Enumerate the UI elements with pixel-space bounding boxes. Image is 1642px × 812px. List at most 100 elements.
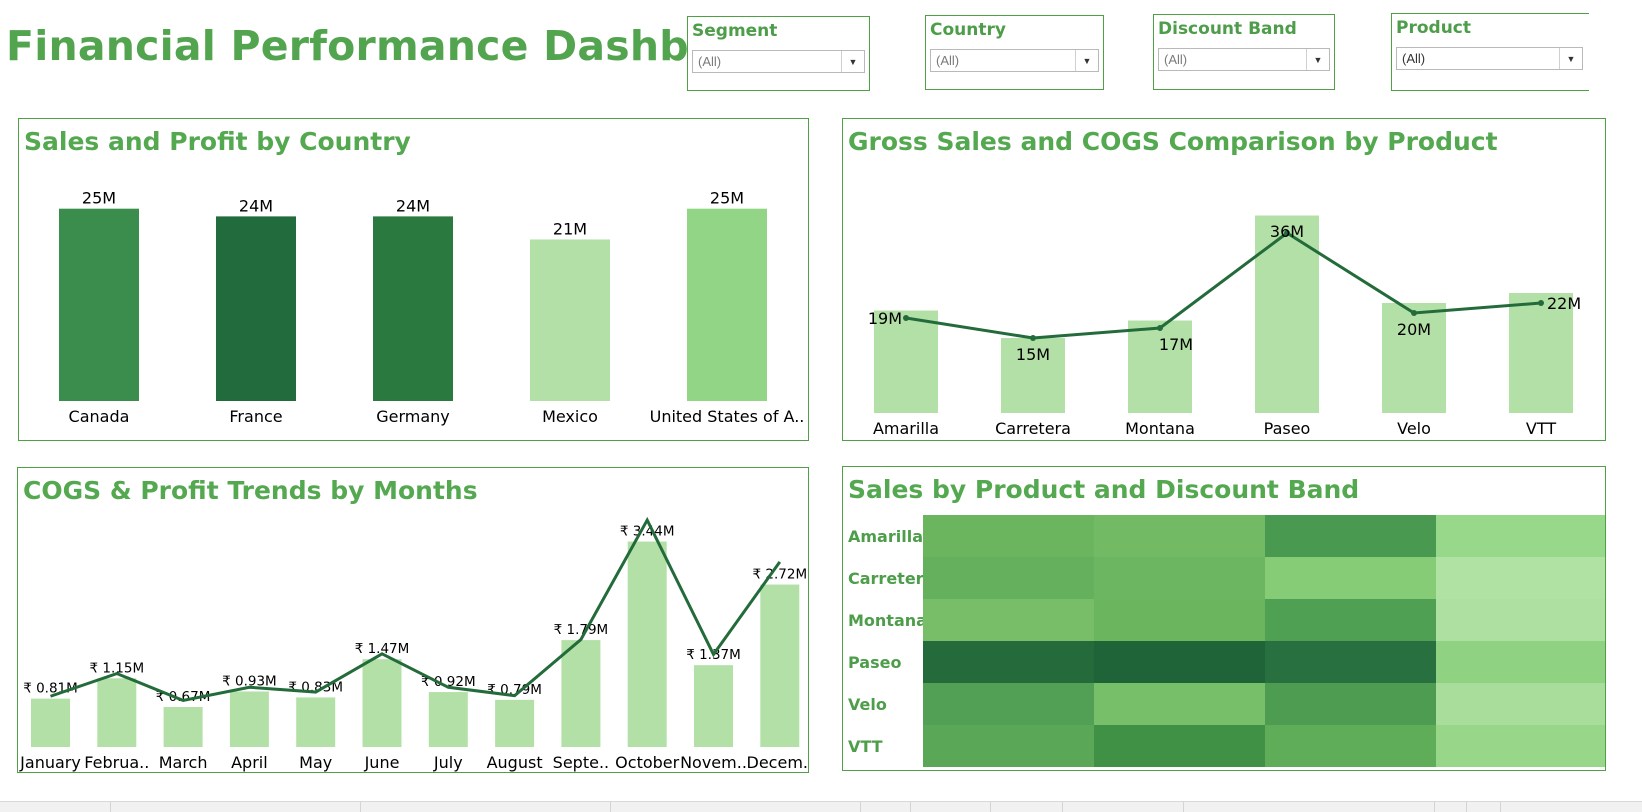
category-label: Februa.. [84, 753, 149, 772]
bar [687, 208, 767, 401]
heatmap-cell [1094, 599, 1265, 641]
category-label: January [19, 753, 81, 772]
sales-product-discount-panel: Sales by Product and Discount Band Amari… [842, 466, 1606, 771]
country-bar-chart: 25M Canada 24M France 24M Germany 21M Mexico 25M… [59, 189, 805, 426]
country-filter-label: Country [930, 20, 1006, 40]
discount-band-filter: Discount Band (All) ▼ [1153, 14, 1335, 90]
segment-select[interactable]: (All) ▼ [692, 50, 865, 73]
data-label: 15M [1016, 345, 1050, 364]
months-combo-chart: ₹ 0.81MJanuary₹ 1.15MFebrua..₹ 0.67MMarc… [19, 516, 808, 772]
category-label: Germany [376, 407, 450, 426]
bar [1255, 215, 1319, 413]
data-label: ₹ 1.79M [554, 622, 609, 638]
heatmap-cell [923, 515, 1094, 557]
category-label: United States of A.. [650, 407, 805, 426]
row-label: Montana [848, 611, 927, 630]
heatmap-cell [1265, 725, 1436, 767]
heatmap-cell [923, 599, 1094, 641]
bar [495, 699, 535, 747]
chevron-down-icon[interactable]: ▼ [1075, 50, 1098, 71]
segment-filter-label: Segment [692, 21, 778, 41]
heatmap-chart: Amarilla Carretera Montana Paseo Velo VTT [848, 515, 1605, 767]
category-label: May [299, 753, 332, 772]
heatmap-cell [923, 725, 1094, 767]
heatmap-cell [1265, 683, 1436, 725]
heatmap-cell [1265, 641, 1436, 683]
category-label: Amarilla [873, 419, 939, 438]
bar [530, 239, 610, 401]
data-label: 36M [1270, 222, 1304, 241]
data-label: 24M [396, 196, 430, 215]
heatmap-cell [1265, 515, 1436, 557]
chevron-down-icon[interactable]: ▼ [1559, 48, 1582, 69]
discount-band-select[interactable]: (All) ▼ [1158, 48, 1330, 71]
segment-select-value: (All) [698, 54, 722, 69]
data-label: 17M [1159, 335, 1193, 354]
heatmap-cell [1094, 683, 1265, 725]
bar [229, 691, 269, 747]
category-label: Canada [69, 407, 130, 426]
category-label: August [487, 753, 543, 772]
category-label: Mexico [542, 407, 598, 426]
row-label: Amarilla [848, 527, 923, 546]
line-point [1157, 325, 1163, 331]
heatmap-cell [1436, 599, 1605, 641]
category-label: April [231, 753, 268, 772]
heatmap-cell [923, 557, 1094, 599]
product-select-value: (All) [1402, 51, 1426, 66]
row-label: VTT [848, 737, 883, 756]
category-label: Carretera [995, 419, 1071, 438]
heatmap-cell [1094, 725, 1265, 767]
gross-sales-cogs-by-product-panel: Gross Sales and COGS Comparison by Produ… [842, 118, 1606, 441]
product-filter-label: Product [1396, 18, 1471, 38]
bar [561, 640, 601, 747]
cogs-profit-trends-panel: COGS & Profit Trends by Months ₹ 0.81M Ja… [17, 467, 809, 773]
sheet-tab-bar[interactable] [0, 801, 1642, 812]
data-label: 25M [710, 189, 744, 208]
bar [97, 678, 137, 747]
bar [428, 692, 468, 747]
sales-profit-by-country-panel: Sales and Profit by Country 25M Canada 24M… [18, 118, 809, 441]
discount-band-select-value: (All) [1164, 52, 1188, 67]
bar [216, 216, 296, 401]
data-label: 22M [1547, 294, 1581, 313]
product-select[interactable]: (All) ▼ [1396, 47, 1583, 70]
heatmap-cell [1436, 725, 1605, 767]
bar [296, 697, 336, 747]
data-label: 25M [82, 189, 116, 208]
chevron-down-icon[interactable]: ▼ [841, 51, 864, 72]
heatmap-cell [1094, 557, 1265, 599]
heatmap-cell [923, 641, 1094, 683]
discount-band-filter-label: Discount Band [1158, 19, 1297, 39]
line-point [903, 315, 909, 321]
category-label: June [364, 753, 400, 772]
line-point [1030, 335, 1036, 341]
category-label: Velo [1397, 419, 1431, 438]
series-line [50, 516, 782, 702]
data-label: 24M [239, 196, 273, 215]
category-label: Decem.. [747, 753, 808, 772]
heatmap-cell [1436, 515, 1605, 557]
category-label: Septe.. [553, 753, 609, 772]
data-label: 19M [868, 309, 902, 328]
row-label: Velo [848, 695, 887, 714]
country-select-value: (All) [936, 53, 960, 68]
bar [694, 665, 733, 747]
heatmap-cell [1265, 599, 1436, 641]
category-label: July [433, 753, 463, 772]
category-label: Paseo [1264, 419, 1311, 438]
heatmap-cell [1265, 557, 1436, 599]
heatmap-cell [1436, 683, 1605, 725]
bar [362, 659, 402, 747]
bar [31, 698, 70, 747]
heatmap-cell [1094, 515, 1265, 557]
data-label: ₹ 3.44M [620, 524, 675, 540]
country-select[interactable]: (All) ▼ [930, 49, 1099, 72]
row-label: Carretera [848, 569, 934, 588]
heatmap-cell [1094, 641, 1265, 683]
chevron-down-icon[interactable]: ▼ [1306, 49, 1329, 70]
product-combo-chart: Amarilla Carretera Montana Paseo Velo VTT 19M 1… [868, 215, 1581, 438]
bar [373, 216, 453, 401]
category-label: Novem.. [680, 753, 747, 772]
heatmap-cell [1436, 641, 1605, 683]
